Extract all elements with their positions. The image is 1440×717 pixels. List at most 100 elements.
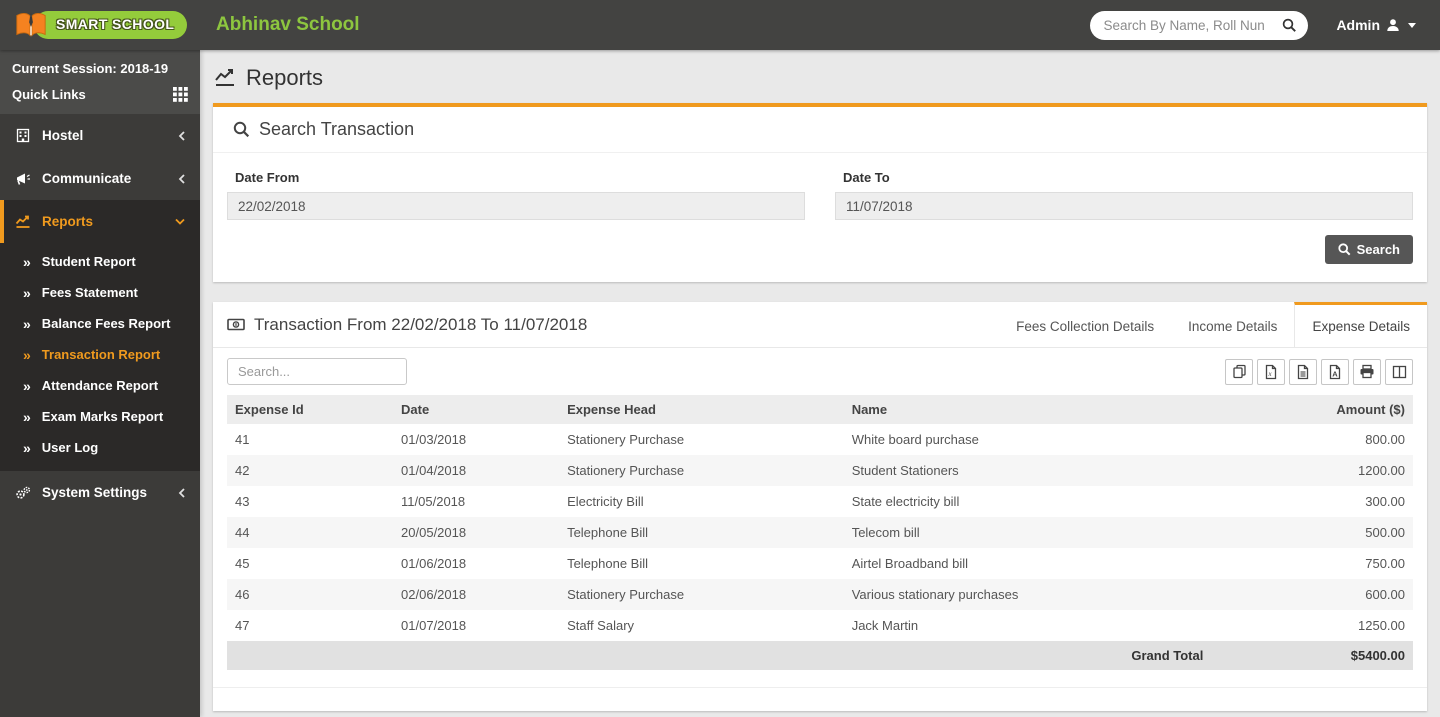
export-print-button[interactable] [1353,358,1381,385]
double-angle-icon: » [23,253,31,270]
cell: 11/05/2018 [401,494,466,509]
table-row: 41 01/03/2018 Stationery Purchase White boa… [227,424,1413,455]
print-icon [1359,364,1375,379]
cell: 41 [235,432,250,447]
double-angle-icon: » [23,284,31,301]
app-logo[interactable]: SMART SCHOOL [0,0,200,50]
column-header-expense-id[interactable]: Expense Id [227,395,394,424]
logo-text: SMART SCHOOL [56,16,175,32]
cell: Stationery Purchase [567,587,685,602]
double-angle-icon: » [23,408,31,425]
sidebar-item-label: Student Report [41,254,136,269]
grid-icon[interactable] [173,87,188,102]
cell: Telephone Bill [567,556,649,571]
cell: 02/06/2018 [401,587,467,602]
export-columns-button[interactable] [1385,358,1413,385]
cell: 47 [235,618,250,633]
cell: 01/07/2018 [401,618,467,633]
global-search-input[interactable] [1101,16,1283,34]
cell: 01/06/2018 [401,556,467,571]
sidebar-item-hostel[interactable]: Hostel [0,114,200,157]
svg-text:A: A [1332,369,1338,378]
quick-links[interactable]: Quick Links [12,87,188,102]
sidebar-item-transaction-report[interactable]: » Transaction Report [0,339,200,370]
cell: Various stationary purchases [851,587,1019,602]
double-angle-icon: » [23,346,31,363]
admin-label: Admin [1336,17,1380,33]
column-header-date[interactable]: Date [393,395,560,424]
main-content: Reports Search Transaction Date From Dat… [200,50,1440,717]
table-row: 43 11/05/2018 Electricity Bill State electr… [227,486,1413,517]
search-transaction-title: Search Transaction [259,119,415,139]
sidebar-item-attendance-report[interactable]: » Attendance Report [0,370,200,401]
panel-footer-divider [213,687,1427,688]
sidebar-item-label: Exam Marks Report [41,409,164,424]
tab-expense-details[interactable]: Expense Details [1294,302,1427,347]
column-header-expense-head[interactable]: Expense Head [559,395,844,424]
chevron-down-icon [1408,22,1416,28]
school-name: Abhinav School [216,14,360,35]
sidebar-item-reports[interactable]: Reports [0,200,200,243]
grand-total-row: Grand Total $5400.00 [227,641,1413,670]
chevron-left-icon [178,173,186,185]
cell: 300.00 [1365,494,1405,509]
column-header-name[interactable]: Name [843,395,1212,424]
export-copy-button[interactable] [1225,358,1253,385]
cell: 750.00 [1365,556,1405,571]
cell: 43 [235,494,250,509]
export-pdf-button[interactable]: A [1321,358,1349,385]
date-to-label: Date To [843,170,890,185]
admin-menu[interactable]: Admin [1336,17,1416,33]
cell: Student Stationers [851,463,959,478]
search-icon[interactable] [1282,18,1297,33]
quick-links-label: Quick Links [12,87,86,102]
sidebar-item-label: Communicate [42,171,132,186]
column-header-amount-[interactable]: Amount ($) [1211,395,1413,424]
book-logo-icon [14,10,48,40]
cell: 1200.00 [1358,463,1405,478]
search-button-label: Search [1356,242,1400,257]
export-excel-button[interactable]: x [1257,358,1285,385]
pdf-icon: A [1328,364,1342,380]
columns-icon [1392,365,1407,379]
table-row: 46 02/06/2018 Stationery Purchase Various s… [227,579,1413,610]
banknote-icon [227,317,245,332]
sidebar-item-system-settings[interactable]: System Settings [0,471,200,514]
cell: Stationery Purchase [567,463,685,478]
date-from-input[interactable] [227,192,805,220]
tab-fees-collection-details[interactable]: Fees Collection Details [999,302,1171,347]
report-tabs: Fees Collection Details Income Details Exp… [999,302,1427,347]
table-row: 44 20/05/2018 Telephone Bill Telecom bill 50… [227,517,1413,548]
sidebar-item-student-report[interactable]: » Student Report [0,246,200,277]
sidebar-item-label: System Settings [42,485,148,500]
date-from-field: Date From [227,170,805,220]
sidebar-item-balance-fees-report[interactable]: » Balance Fees Report [0,308,200,339]
sidebar-item-label: User Log [41,440,99,455]
sidebar-item-exam-marks-report[interactable]: » Exam Marks Report [0,401,200,432]
tab-income-details[interactable]: Income Details [1171,302,1294,347]
cell: Stationery Purchase [567,432,685,447]
chevron-down-icon [174,218,186,226]
cell: White board purchase [851,432,979,447]
table-search-input[interactable] [227,358,407,385]
sidebar-item-label: Hostel [42,128,84,143]
building-icon [14,128,31,143]
transaction-panel-title: Transaction From 22/02/2018 To 11/07/201… [213,302,999,347]
page-title: Reports [200,50,1440,103]
cell: 600.00 [1365,587,1405,602]
sidebar-item-fees-statement[interactable]: » Fees Statement [0,277,200,308]
sidebar-item-user-log[interactable]: » User Log [0,432,200,463]
date-to-input[interactable] [835,192,1413,220]
cell: 46 [235,587,250,602]
chevron-left-icon [178,130,186,142]
sidebar-item-label: Transaction Report [41,347,161,362]
cell: 800.00 [1365,432,1405,447]
sidebar-item-communicate[interactable]: Communicate [0,157,200,200]
sidebar-menu: Hostel Communicate Reports» Student Report»… [0,114,200,514]
double-angle-icon: » [23,439,31,456]
expense-table: Expense Id Date Expense Head Name Amount ($)… [227,395,1413,670]
cell: Airtel Broadband bill [851,556,969,571]
app-header: SMART SCHOOL Abhinav School Admin [0,0,1440,50]
export-csv-button[interactable] [1289,358,1317,385]
search-button[interactable]: Search [1324,235,1413,264]
